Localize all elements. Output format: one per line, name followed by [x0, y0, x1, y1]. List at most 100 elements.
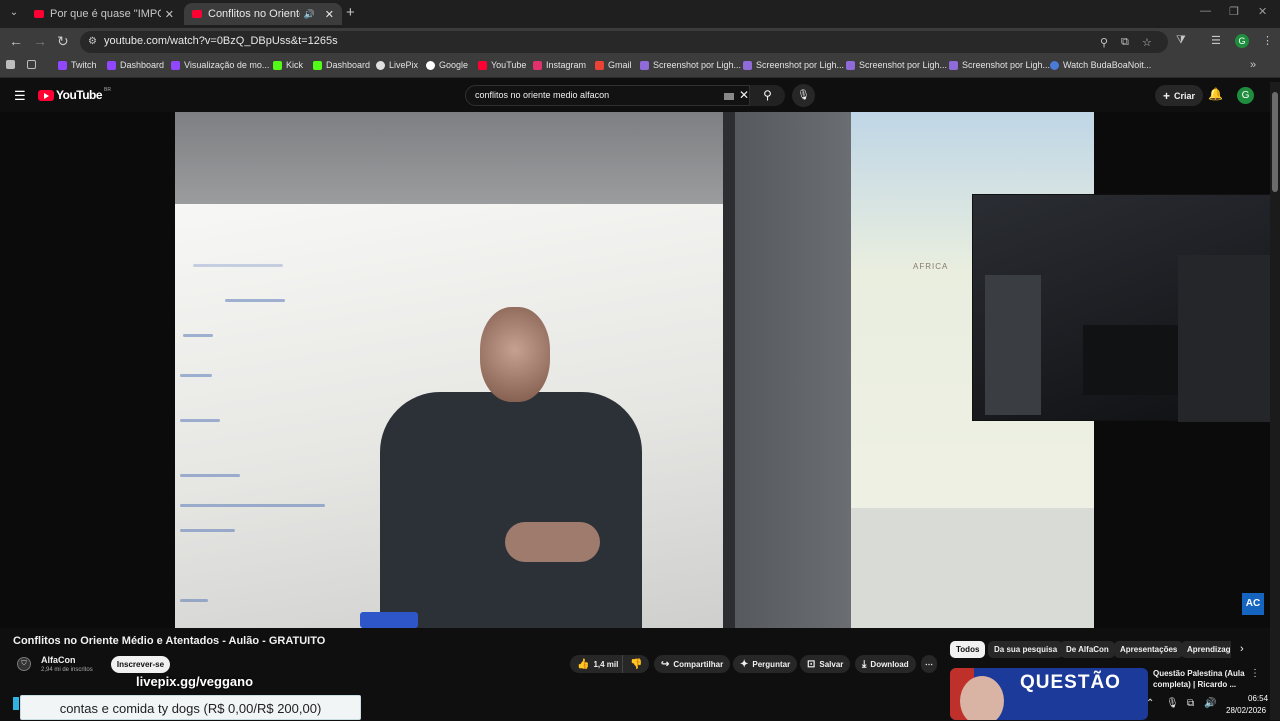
clock-time[interactable]: 06:54 — [1248, 694, 1268, 703]
subscriber-count: 2,94 mi de inscritos — [41, 667, 93, 673]
keyboard-icon[interactable] — [724, 93, 734, 100]
clear-search-icon[interactable]: ✕ — [739, 88, 749, 102]
forward-icon[interactable]: → — [33, 33, 47, 49]
close-window-icon[interactable]: ✕ — [1258, 5, 1267, 18]
bookmark-item[interactable] — [27, 60, 40, 69]
clock-date[interactable]: 28/02/2026 — [1226, 706, 1266, 715]
bookmark-label: Watch BudaBoaNoit... — [1063, 60, 1152, 70]
tab-title: Por que é quase "IMPOSSÍVEL" — [50, 8, 161, 20]
bookmark-budaboanoite[interactable]: Watch BudaBoaNoit... — [1050, 60, 1151, 70]
subscribe-button[interactable]: Inscrever-se — [111, 656, 170, 673]
create-button[interactable]: + Criar — [1155, 85, 1204, 106]
download-button[interactable]: ⤓ Download — [855, 655, 916, 673]
more-options-icon[interactable]: ⋮ — [1250, 668, 1260, 679]
chip-aprendizagem[interactable]: Aprendizag — [1181, 641, 1231, 658]
address-bar[interactable]: ⚙ youtube.com/watch?v=0BzQ_DBpUss&t=1265… — [80, 31, 1168, 53]
minimize-icon[interactable]: — — [1200, 5, 1211, 17]
url-text[interactable]: youtube.com/watch?v=0BzQ_DBpUss&t=1265s — [104, 35, 338, 47]
channel-name[interactable]: AlfaCon — [41, 655, 76, 665]
bookmark-youtube[interactable]: YouTube — [478, 60, 526, 70]
more-actions-button[interactable]: ⋯ — [921, 655, 937, 673]
bookmark-screenshot-3[interactable]: Screenshot por Ligh... — [846, 60, 947, 70]
youtube-play-icon — [38, 89, 54, 101]
chip-apresentacoes[interactable]: Apresentações — [1114, 641, 1184, 658]
bookmark-kick[interactable]: Kick — [273, 60, 303, 70]
recommended-video-title[interactable]: Questão Palestina (Aula completa) | Rica… — [1153, 668, 1253, 690]
tab-close-icon[interactable]: ✕ — [325, 8, 334, 21]
search-query[interactable]: conflitos no oriente medio alfacon — [475, 90, 609, 100]
bookmark-screenshot-4[interactable]: Screenshot por Ligh... — [949, 60, 1050, 70]
more-bookmarks-icon[interactable]: » — [1250, 59, 1256, 71]
channel-avatar[interactable]: ⛉ — [17, 657, 31, 671]
reading-list-icon[interactable]: ☰ — [1211, 34, 1221, 47]
tab-audio-icon[interactable]: 🔊 — [304, 9, 315, 20]
restore-icon[interactable]: ❐ — [1229, 5, 1239, 18]
bookmark-dashboard-kick[interactable]: Dashboard — [313, 60, 370, 70]
bookmark-livepix[interactable]: LivePix — [376, 60, 418, 70]
recommended-video-thumbnail[interactable]: QUESTÃO — [950, 668, 1148, 720]
bookmark-twitch[interactable]: Twitch — [58, 60, 97, 70]
ask-label: Perguntar — [752, 659, 791, 669]
bookmark-label: Screenshot por Ligh... — [859, 60, 948, 70]
logo-country: BR — [104, 87, 111, 93]
save-playlist-icon: ⊡ — [807, 658, 816, 670]
ask-button[interactable]: ✦ Perguntar — [733, 655, 798, 673]
profile-avatar[interactable]: G — [1235, 34, 1249, 48]
back-icon[interactable]: ← — [9, 33, 23, 49]
video-player[interactable]: AFRICA AC — [0, 112, 1270, 628]
volume-icon[interactable]: 🔊 — [1204, 698, 1216, 709]
share-button[interactable]: ↪ Compartilhar — [654, 655, 731, 673]
bookmark-screenshot-1[interactable]: Screenshot por Ligh... — [640, 60, 741, 70]
network-icon[interactable]: ⧉ — [1187, 698, 1194, 709]
lightshot-icon — [640, 60, 649, 70]
microphone-icon[interactable]: 🎙 — [1166, 698, 1179, 709]
search-input[interactable]: conflitos no oriente medio alfacon ✕ — [465, 85, 750, 106]
bookmark-item[interactable] — [6, 60, 19, 69]
bookmark-visualizacao[interactable]: Visualização de mo... — [171, 60, 269, 70]
alfacon-watermark-logo: AC — [1242, 593, 1264, 615]
bookmark-label: Screenshot por Ligh... — [756, 60, 845, 70]
chip-da-sua-pesquisa[interactable]: Da sua pesquisa — [988, 641, 1064, 658]
show-hidden-icons-chevron-icon[interactable]: ⌃ — [1146, 698, 1154, 709]
bookmark-star-icon[interactable]: ☆ — [1142, 36, 1152, 49]
video-frame[interactable]: AFRICA — [175, 112, 1094, 628]
dislike-button[interactable]: 👎 — [622, 655, 650, 673]
voice-search-icon[interactable]: 🎙 — [792, 84, 815, 107]
thumbnail-text: QUESTÃO — [1020, 672, 1121, 693]
search-button[interactable]: ⚲ — [750, 85, 785, 106]
bookmark-google[interactable]: Google — [426, 60, 468, 70]
download-icon: ⤓ — [862, 658, 867, 670]
browser-menu-icon[interactable]: ⋮ — [1262, 34, 1273, 47]
install-app-icon[interactable]: ⧉ — [1121, 36, 1129, 49]
site-info-icon[interactable]: ⚙ — [88, 36, 97, 47]
tab-close-icon[interactable]: ✕ — [165, 8, 174, 21]
bookmark-dashboard-twitch[interactable]: Dashboard — [107, 60, 164, 70]
board-writing — [180, 529, 235, 532]
scrollbar-thumb[interactable] — [1272, 92, 1278, 192]
menu-icon[interactable]: ☰ — [14, 88, 26, 104]
page-scrollbar[interactable] — [1270, 82, 1280, 720]
bookmark-instagram[interactable]: Instagram — [533, 60, 586, 70]
chip-todos[interactable]: Todos — [950, 641, 986, 658]
chevron-right-icon[interactable]: › — [1240, 643, 1244, 655]
tab-search-menu[interactable]: ⌄ — [6, 5, 22, 21]
notifications-bell-icon[interactable]: 🔔 — [1208, 87, 1223, 101]
account-avatar[interactable]: G — [1237, 87, 1254, 104]
tab-active-video[interactable]: Conflitos no Oriente Médio 🔊 ✕ — [184, 3, 342, 25]
extensions-icon[interactable]: ⧩ — [1176, 34, 1186, 47]
youtube-logo[interactable]: YouTube BR — [38, 87, 111, 102]
twitch-icon — [171, 60, 180, 70]
whiteboard-edge — [723, 112, 735, 628]
tab-previous-video[interactable]: Por que é quase "IMPOSSÍVEL" ✕ — [26, 3, 182, 25]
chip-de-alfacon[interactable]: De AlfaCon — [1060, 641, 1115, 658]
reload-icon[interactable]: ↻ — [57, 33, 69, 50]
like-button[interactable]: 👍 1,4 mil — [570, 655, 627, 673]
zoom-icon[interactable]: ⚲ — [1100, 36, 1108, 49]
new-tab-button[interactable]: + — [346, 4, 355, 21]
livepix-icon — [376, 60, 385, 70]
save-button[interactable]: ⊡ Salvar — [800, 655, 851, 673]
bookmark-label: Kick — [286, 60, 304, 70]
bookmark-screenshot-2[interactable]: Screenshot por Ligh... — [743, 60, 844, 70]
thumbs-down-icon: 👎 — [630, 658, 643, 670]
bookmark-gmail[interactable]: Gmail — [595, 60, 632, 70]
